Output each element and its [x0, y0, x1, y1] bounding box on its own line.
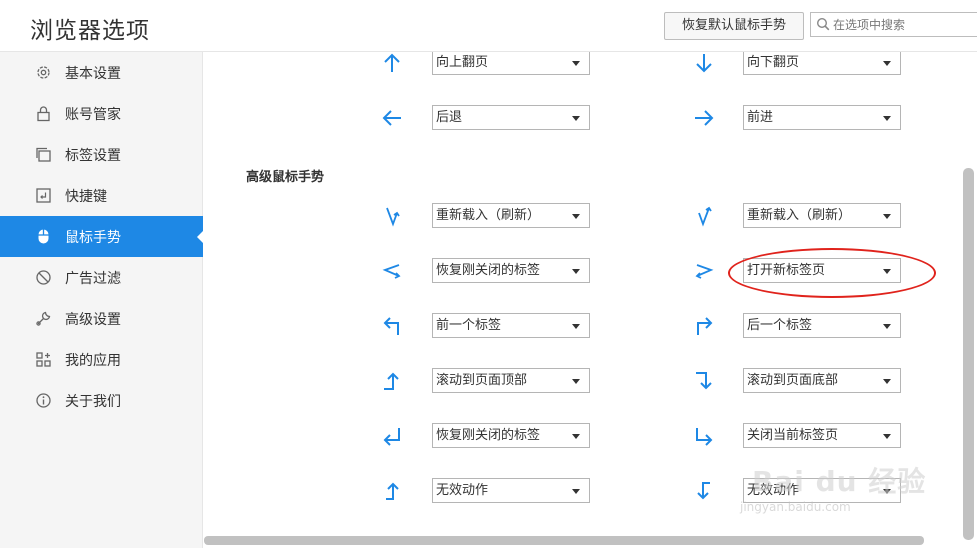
up-arrow-icon	[384, 53, 400, 72]
info-icon	[36, 393, 51, 408]
select-value: 后一个标签	[747, 318, 813, 333]
select-value: 滚动到页面顶部	[436, 373, 528, 388]
sidebar-item-label: 广告过滤	[65, 271, 121, 287]
sidebar-item-basic[interactable]: 基本设置	[0, 52, 203, 93]
sidebar-item-label: 快捷键	[65, 189, 107, 205]
search-icon	[816, 17, 830, 31]
select-value: 重新载入（刷新）	[436, 208, 541, 223]
chevron-down-icon	[572, 269, 580, 274]
left-right-gesture-icon	[382, 264, 401, 279]
select-value: 关闭当前标签页	[747, 428, 839, 443]
select-value: 向下翻页	[747, 55, 800, 70]
sidebar-item-label: 高级设置	[65, 312, 121, 328]
gesture-action-select[interactable]: 无效动作	[432, 478, 590, 503]
watermark-brand: Bai du 经验	[752, 465, 927, 498]
sidebar-item-about[interactable]: 关于我们	[0, 380, 203, 421]
mouse-icon	[38, 229, 49, 244]
gesture-action-select[interactable]: 后一个标签	[743, 313, 901, 338]
left-up-alt-gesture-icon	[386, 482, 399, 500]
search-input[interactable]	[833, 15, 973, 34]
gesture-action-select[interactable]: 重新载入（刷新）	[432, 203, 590, 228]
select-value: 恢复刚关闭的标签	[436, 263, 541, 278]
chevron-down-icon	[572, 489, 580, 494]
right-down-gesture-icon	[696, 372, 712, 390]
sidebar-item-label: 我的应用	[65, 353, 121, 369]
block-icon	[36, 270, 51, 285]
gear-icon	[37, 66, 50, 79]
select-value: 前一个标签	[436, 318, 502, 333]
down-up-gesture-icon	[386, 207, 400, 227]
sidebar-item-tabs[interactable]: 标签设置	[0, 134, 203, 175]
chevron-down-icon	[883, 434, 891, 439]
down-arrow-icon	[696, 54, 712, 73]
select-value: 滚动到页面底部	[747, 373, 839, 388]
sidebar-item-label: 基本设置	[65, 66, 121, 82]
chevron-down-icon	[883, 214, 891, 219]
right-arrow-icon	[695, 110, 714, 126]
select-value: 重新载入（刷新）	[747, 208, 852, 223]
lock-icon	[37, 106, 50, 122]
up-right-gesture-icon	[697, 317, 713, 335]
chevron-down-icon	[883, 61, 891, 66]
chevron-down-icon	[572, 116, 580, 121]
reset-gestures-button[interactable]: 恢复默认鼠标手势	[664, 12, 804, 40]
keyboard-icon	[36, 188, 51, 203]
sidebar-item-mouse-gestures[interactable]: 鼠标手势	[0, 216, 204, 257]
select-value: 无效动作	[436, 483, 489, 498]
select-value: 恢复刚关闭的标签	[436, 428, 541, 443]
header-bar: 浏览器选项 恢复默认鼠标手势	[0, 0, 977, 52]
gesture-action-select[interactable]: 滚动到页面底部	[743, 368, 901, 393]
sidebar-item-label: 账号管家	[65, 107, 121, 123]
gesture-action-select[interactable]: 前进	[743, 105, 901, 130]
sidebar-item-shortcuts[interactable]: 快捷键	[0, 175, 203, 216]
chevron-down-icon	[572, 61, 580, 66]
gesture-action-select[interactable]: 向下翻页	[743, 52, 901, 75]
horizontal-scrollbar[interactable]	[204, 536, 924, 545]
right-down-alt-gesture-icon	[697, 482, 710, 500]
highlight-annotation	[728, 248, 936, 298]
wrench-icon	[36, 311, 51, 326]
sidebar-item-advanced[interactable]: 高级设置	[0, 298, 203, 339]
left-up-gesture-icon	[384, 372, 399, 390]
chevron-down-icon	[572, 324, 580, 329]
section-title-advanced: 高级鼠标手势	[246, 170, 325, 185]
chevron-down-icon	[883, 116, 891, 121]
select-value: 前进	[747, 110, 774, 125]
watermark: Bai du 经验 jingyan.baidu.com	[740, 452, 940, 522]
search-box[interactable]	[810, 12, 977, 37]
tabs-icon	[36, 147, 51, 162]
vertical-scrollbar[interactable]	[963, 168, 974, 540]
select-value: 向上翻页	[436, 55, 489, 70]
sidebar-item-ad-filter[interactable]: 广告过滤	[0, 257, 203, 298]
gesture-action-select[interactable]: 关闭当前标签页	[743, 423, 901, 448]
select-value: 后退	[436, 110, 463, 125]
apps-icon	[36, 352, 51, 367]
gesture-action-select[interactable]: 重新载入（刷新）	[743, 203, 901, 228]
sidebar-item-accounts[interactable]: 账号管家	[0, 93, 203, 134]
watermark-site: jingyan.baidu.com	[740, 500, 851, 514]
chevron-down-icon	[883, 324, 891, 329]
page-title: 浏览器选项	[30, 18, 150, 44]
chevron-down-icon	[572, 379, 580, 384]
chevron-down-icon	[883, 379, 891, 384]
down-right-gesture-icon	[696, 428, 713, 446]
sidebar-item-label: 关于我们	[65, 394, 121, 410]
chevron-down-icon	[572, 214, 580, 219]
left-arrow-icon	[382, 110, 401, 126]
gesture-action-select[interactable]: 向上翻页	[432, 52, 590, 75]
right-left-gesture-icon	[695, 264, 714, 279]
gesture-action-select[interactable]: 恢复刚关闭的标签	[432, 423, 590, 448]
up-down-gesture-icon	[698, 206, 712, 227]
up-left-gesture-icon	[383, 317, 399, 335]
gesture-action-select[interactable]: 前一个标签	[432, 313, 590, 338]
sidebar-item-my-apps[interactable]: 我的应用	[0, 339, 203, 380]
gesture-action-select[interactable]: 后退	[432, 105, 590, 130]
sidebar: 基本设置 账号管家 标签设置 快捷键 鼠标手势 广告过滤 高级设置 我的应用 关…	[0, 52, 204, 548]
gesture-action-select[interactable]: 恢复刚关闭的标签	[432, 258, 590, 283]
down-left-gesture-icon	[383, 428, 400, 446]
gesture-action-select[interactable]: 滚动到页面顶部	[432, 368, 590, 393]
sidebar-item-label: 标签设置	[65, 148, 121, 164]
sidebar-item-label: 鼠标手势	[65, 230, 121, 246]
chevron-down-icon	[572, 434, 580, 439]
